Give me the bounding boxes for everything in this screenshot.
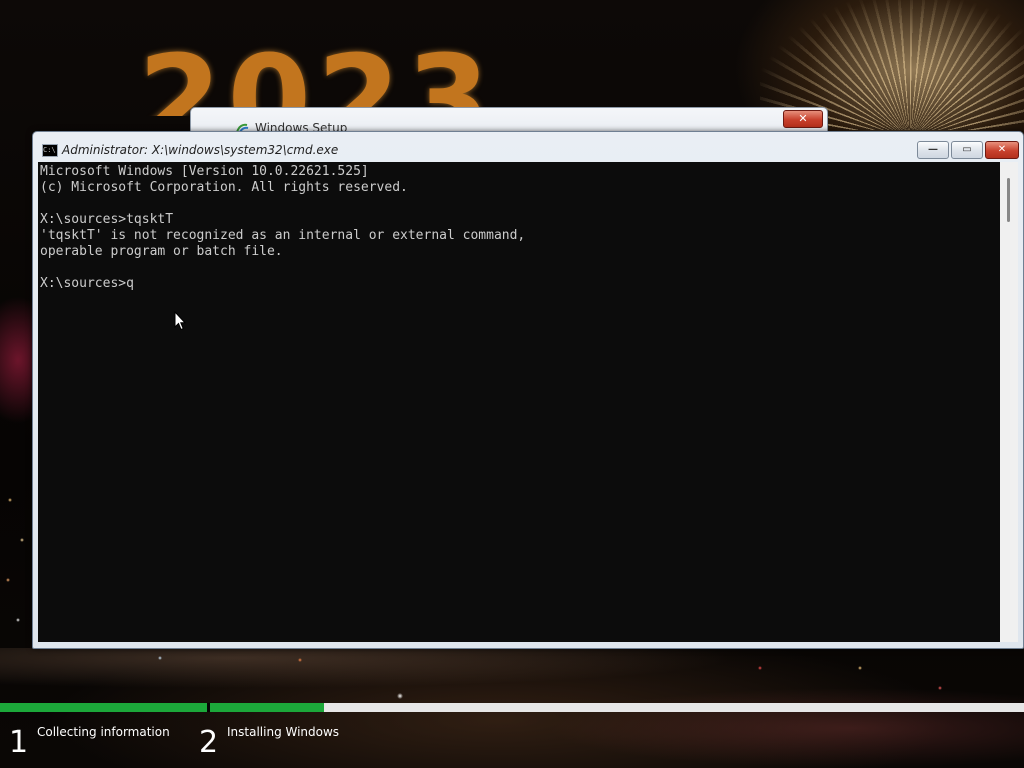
- console-line: (c) Microsoft Corporation. All rights re…: [40, 180, 408, 195]
- minimize-button[interactable]: —: [917, 141, 949, 159]
- step-label: Collecting information: [37, 725, 170, 739]
- cmd-window-title: Administrator: X:\windows\system32\cmd.e…: [62, 143, 339, 157]
- console-line: 'tqsktT' is not recognized as an interna…: [40, 228, 526, 243]
- step-1-progress-fill: [0, 703, 207, 712]
- scrollbar-thumb[interactable]: [1007, 178, 1010, 222]
- caption-buttons: — ▭ ✕: [915, 141, 1019, 159]
- console-line: Microsoft Windows [Version 10.0.22621.52…: [40, 164, 369, 179]
- console-line: X:\sources>tqsktT: [40, 212, 174, 227]
- setup-progress-bar: [0, 703, 1024, 712]
- cmd-titlebar[interactable]: C:\ Administrator: X:\windows\system32\c…: [33, 132, 1023, 162]
- mouse-cursor-icon: [174, 311, 186, 331]
- step-label: Installing Windows: [227, 725, 340, 739]
- step-number: 1: [9, 725, 29, 760]
- vertical-scrollbar[interactable]: [1000, 162, 1018, 642]
- step-2-progress-fill: [210, 703, 324, 712]
- wallpaper-year-text: 2023: [138, 31, 496, 116]
- wallpaper-year: 2023: [138, 26, 518, 116]
- cmd-app-icon[interactable]: C:\: [42, 144, 58, 157]
- setup-close-button[interactable]: ✕: [783, 110, 823, 128]
- console-output: Microsoft Windows [Version 10.0.22621.52…: [38, 164, 1000, 292]
- console-area[interactable]: Microsoft Windows [Version 10.0.22621.52…: [38, 162, 1000, 642]
- maximize-button[interactable]: ▭: [951, 141, 983, 159]
- console-prompt-line[interactable]: X:\sources>q: [38, 276, 1000, 292]
- close-button[interactable]: ✕: [985, 141, 1019, 159]
- step-number: 2: [199, 725, 219, 760]
- console-line: operable program or batch file.: [40, 244, 283, 259]
- cmd-window[interactable]: C:\ Administrator: X:\windows\system32\c…: [32, 131, 1024, 649]
